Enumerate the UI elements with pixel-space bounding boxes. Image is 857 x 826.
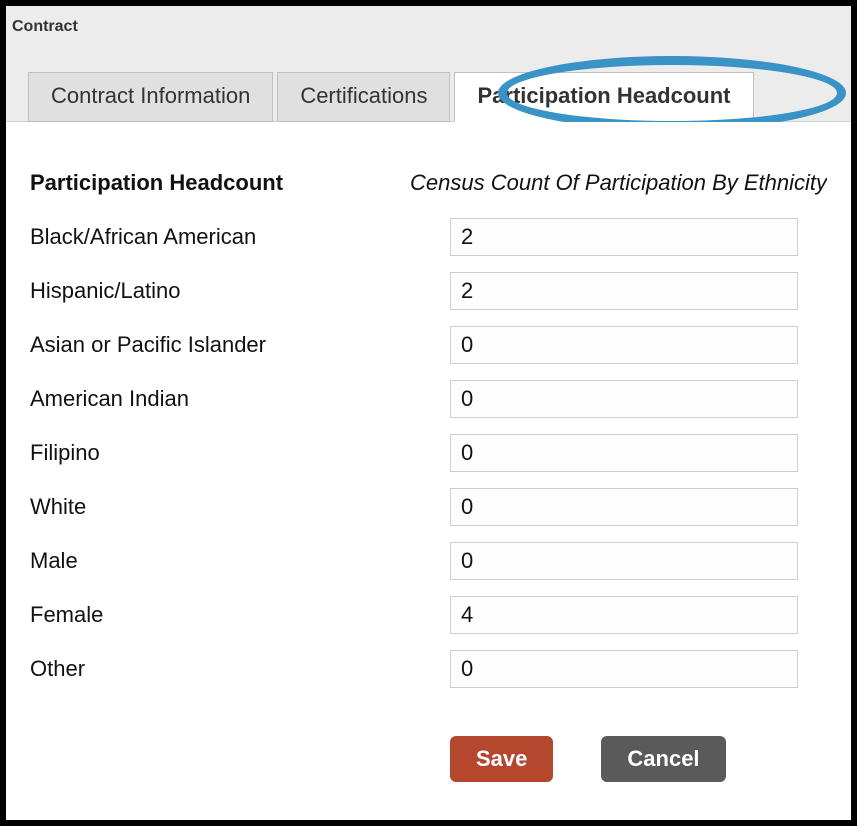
field-input-asian-pacific[interactable] bbox=[450, 326, 798, 364]
field-row-american-indian: American Indian bbox=[30, 378, 827, 420]
field-label: White bbox=[30, 494, 450, 520]
field-label: Male bbox=[30, 548, 450, 574]
field-row-white: White bbox=[30, 486, 827, 528]
window-frame: Contract Contract Information Certificat… bbox=[0, 0, 857, 826]
field-input-female[interactable] bbox=[450, 596, 798, 634]
section-header-row: Participation Headcount Census Count Of … bbox=[30, 162, 827, 204]
field-input-american-indian[interactable] bbox=[450, 380, 798, 418]
field-label: Hispanic/Latino bbox=[30, 278, 450, 304]
field-row-filipino: Filipino bbox=[30, 432, 827, 474]
tab-label: Participation Headcount bbox=[477, 83, 730, 108]
field-input-white[interactable] bbox=[450, 488, 798, 526]
field-input-filipino[interactable] bbox=[450, 434, 798, 472]
field-row-female: Female bbox=[30, 594, 827, 636]
tab-certifications[interactable]: Certifications bbox=[277, 72, 450, 122]
header-bar: Contract Contract Information Certificat… bbox=[6, 6, 851, 122]
field-label: American Indian bbox=[30, 386, 450, 412]
tab-label: Contract Information bbox=[51, 83, 250, 108]
field-input-other[interactable] bbox=[450, 650, 798, 688]
field-row-black-african-american: Black/African American bbox=[30, 216, 827, 258]
column-header: Census Count Of Participation By Ethnici… bbox=[410, 170, 827, 196]
field-label: Other bbox=[30, 656, 450, 682]
field-label: Black/African American bbox=[30, 224, 450, 250]
field-label: Female bbox=[30, 602, 450, 628]
content-panel: Participation Headcount Census Count Of … bbox=[6, 122, 851, 806]
field-input-male[interactable] bbox=[450, 542, 798, 580]
save-button[interactable]: Save bbox=[450, 736, 553, 782]
tab-bar: Contract Information Certifications Part… bbox=[28, 72, 754, 122]
button-row: Save Cancel bbox=[450, 736, 827, 782]
field-input-hispanic-latino[interactable] bbox=[450, 272, 798, 310]
tab-contract-information[interactable]: Contract Information bbox=[28, 72, 273, 122]
cancel-button[interactable]: Cancel bbox=[601, 736, 725, 782]
field-row-male: Male bbox=[30, 540, 827, 582]
section-title: Participation Headcount bbox=[30, 170, 410, 196]
field-row-asian-pacific: Asian or Pacific Islander bbox=[30, 324, 827, 366]
field-label: Filipino bbox=[30, 440, 450, 466]
field-row-other: Other bbox=[30, 648, 827, 690]
tab-participation-headcount[interactable]: Participation Headcount bbox=[454, 72, 753, 122]
breadcrumb: Contract bbox=[12, 18, 78, 36]
field-input-black-african-american[interactable] bbox=[450, 218, 798, 256]
field-label: Asian or Pacific Islander bbox=[30, 332, 450, 358]
tab-label: Certifications bbox=[300, 83, 427, 108]
field-row-hispanic-latino: Hispanic/Latino bbox=[30, 270, 827, 312]
